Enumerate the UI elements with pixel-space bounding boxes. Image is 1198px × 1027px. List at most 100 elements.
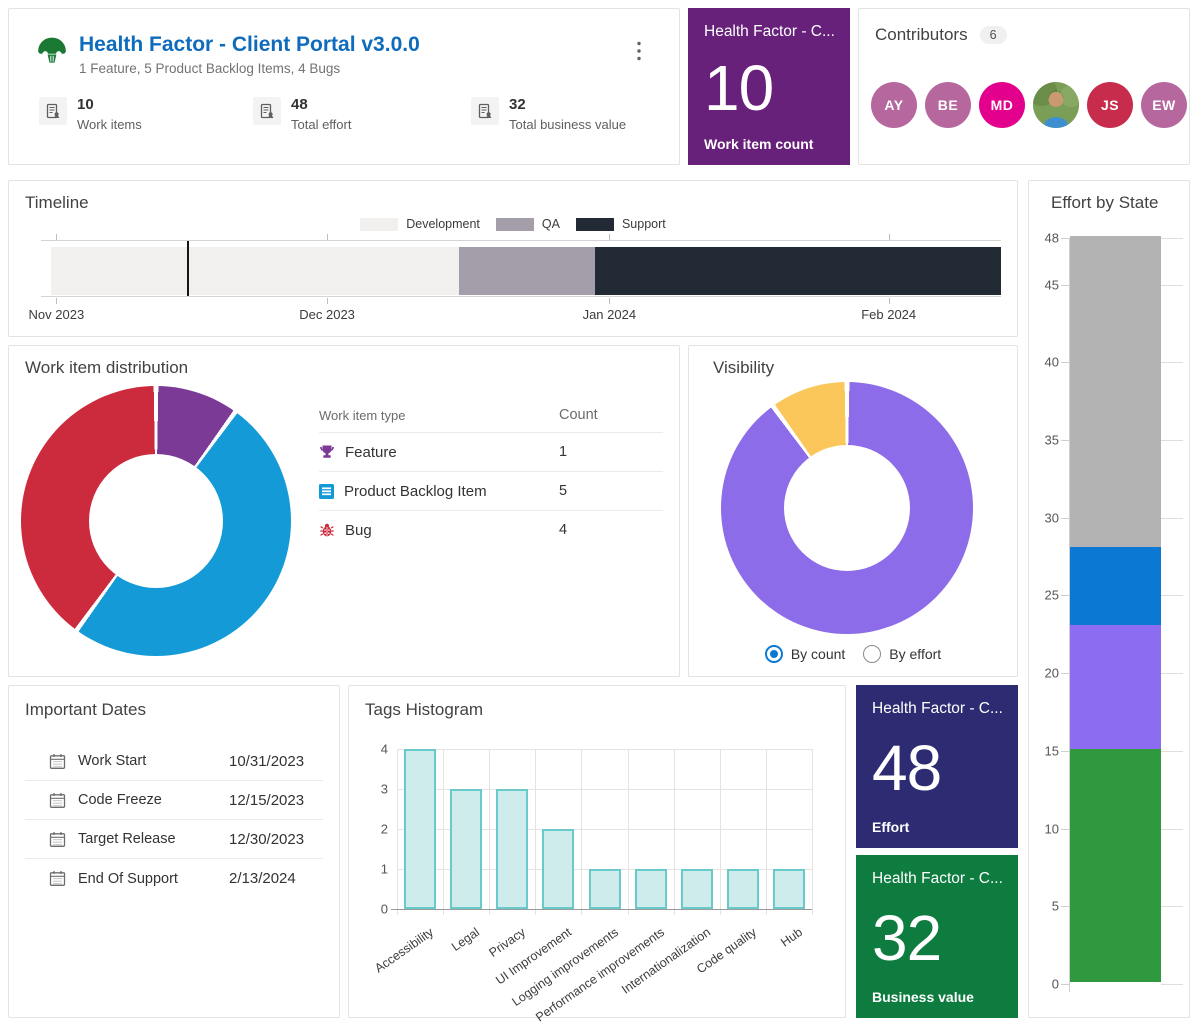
visibility-mode-radios: By count By effort — [689, 645, 1017, 663]
contributors-card: Contributors 6 AY BE MD — [858, 8, 1190, 165]
stat-label: Work items — [77, 117, 142, 132]
tile-label: Business value — [872, 989, 1002, 1005]
visibility-title: Visibility — [713, 358, 774, 378]
visibility-card: Visibility By count By effort — [688, 345, 1018, 677]
legend-swatch — [496, 218, 534, 231]
tile-title: Health Factor - C... — [872, 870, 1002, 888]
work-item-table: Work item type Count Feature 1 — [319, 398, 663, 549]
timeline-bar — [41, 247, 1001, 295]
y-tick-label: 15 — [1031, 743, 1059, 758]
gridline — [1161, 984, 1183, 985]
axis-tick — [56, 298, 57, 304]
stack-segment-1 — [1070, 625, 1161, 749]
gridline — [397, 749, 398, 915]
timeline-card: Timeline Development QA Support Nov 2023… — [8, 180, 1018, 337]
y-tick-label: 20 — [1031, 666, 1059, 681]
y-tick-label: 5 — [1031, 899, 1059, 914]
axis-month-label: Dec 2023 — [299, 307, 355, 322]
calendar-icon — [49, 753, 66, 770]
avatar[interactable]: MD — [979, 82, 1025, 128]
stat-value: 32 — [509, 97, 626, 114]
donut-hole — [89, 454, 223, 588]
tile-title: Health Factor - C... — [704, 23, 834, 41]
gridline — [1161, 595, 1183, 596]
bar-accessibility — [404, 749, 436, 909]
stat-value: 10 — [77, 97, 142, 114]
timeline-legend: Development QA Support — [9, 217, 1017, 231]
row-label: Feature — [345, 444, 397, 461]
avatar[interactable]: JS — [1087, 82, 1133, 128]
x-tick-label: Accessibility — [372, 925, 436, 976]
dashboard: Health Factor - Client Portal v3.0.0 1 F… — [0, 0, 1198, 1027]
stack-segment-0 — [1070, 749, 1161, 982]
row-label: Product Backlog Item — [344, 483, 487, 500]
x-tick-label: Legal — [449, 925, 482, 954]
gridline — [1161, 829, 1183, 830]
radio-by-count[interactable]: By count — [765, 645, 845, 663]
work-item-distribution-card: Work item distribution Work item type Co… — [8, 345, 680, 677]
gridline — [1061, 362, 1069, 363]
stat-total-business-value: 32 Total business value — [471, 97, 626, 132]
gridline — [1061, 906, 1069, 907]
radio-icon — [863, 645, 881, 663]
avatar[interactable]: AY — [871, 82, 917, 128]
product-backlog-item-icon — [319, 484, 334, 499]
bar-hub — [773, 869, 805, 909]
gridline — [1061, 238, 1069, 239]
legend-item: Development — [360, 217, 480, 231]
bar-logging-improvements — [589, 869, 621, 909]
y-tick-label: 1 — [368, 862, 388, 877]
y-tick-label: 3 — [368, 782, 388, 797]
work-item-icon — [253, 97, 281, 125]
tile-effort: Health Factor - C... 48 Effort — [856, 685, 1018, 848]
bar-performance-improvements — [635, 869, 667, 909]
axis-tick — [327, 234, 328, 240]
donut-hole — [784, 445, 910, 571]
y-tick-label: 0 — [1031, 977, 1059, 992]
y-tick-label: 2 — [368, 822, 388, 837]
column-header-count: Count — [559, 407, 663, 423]
gridline — [1061, 595, 1069, 596]
gridline — [1161, 238, 1183, 239]
row-count: 1 — [559, 444, 663, 460]
avatar-photo[interactable] — [1033, 82, 1079, 128]
stat-work-items: 10 Work items — [39, 97, 142, 132]
bar-code-quality — [727, 869, 759, 909]
timeline-phase-development — [51, 247, 459, 295]
contributors-avatars: AY BE MD JS EW — [871, 82, 1187, 128]
gridline — [1161, 285, 1183, 286]
legend-item: Support — [576, 217, 666, 231]
y-tick-label: 25 — [1031, 588, 1059, 603]
gridline — [720, 749, 721, 915]
gridline — [1061, 984, 1069, 985]
work-item-distribution-title: Work item distribution — [25, 358, 188, 378]
important-dates-card: Important Dates Work Start 10/31/2023 Co… — [8, 685, 340, 1018]
axis-tick — [56, 234, 57, 240]
work-item-icon — [39, 97, 67, 125]
page-subtitle: 1 Feature, 5 Product Backlog Items, 4 Bu… — [79, 61, 340, 76]
effort-by-state-card: Effort by State 05101520253035404548 — [1028, 180, 1190, 1018]
gridline — [1161, 440, 1183, 441]
contributors-title: Contributors — [875, 25, 968, 45]
stat-value: 48 — [291, 97, 351, 114]
avatar[interactable]: BE — [925, 82, 971, 128]
axis-tick — [889, 298, 890, 304]
radio-by-effort[interactable]: By effort — [863, 645, 941, 663]
axis-tick — [609, 234, 610, 240]
y-tick-label: 35 — [1031, 433, 1059, 448]
x-axis-line — [391, 909, 812, 910]
row-label: Bug — [345, 522, 372, 539]
date-row-work-start: Work Start 10/31/2023 — [25, 742, 323, 781]
stat-total-effort: 48 Total effort — [253, 97, 351, 132]
timeline-phase-support — [595, 247, 1001, 295]
stack-segment-3 — [1070, 236, 1161, 547]
axis-month-label: Feb 2024 — [861, 307, 916, 322]
more-options-button[interactable] — [625, 37, 653, 65]
release-balloon-icon — [35, 35, 69, 69]
avatar[interactable]: EW — [1141, 82, 1187, 128]
gridline — [1161, 518, 1183, 519]
gridline — [1061, 751, 1069, 752]
gridline — [1061, 285, 1069, 286]
calendar-icon — [49, 870, 66, 887]
kebab-menu-icon — [637, 41, 641, 61]
